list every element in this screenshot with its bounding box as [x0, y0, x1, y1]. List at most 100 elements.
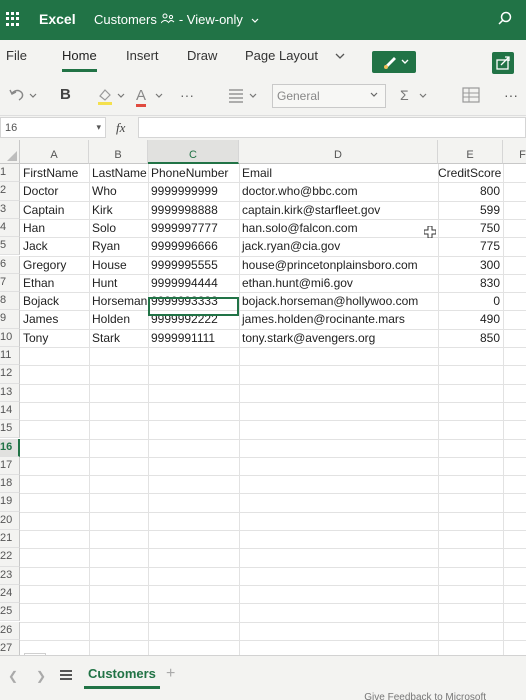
cell[interactable]: 750	[438, 219, 503, 237]
cell[interactable]: Ethan	[20, 274, 89, 292]
font-color-button[interactable]: A	[136, 84, 147, 107]
column-header-b[interactable]: B	[89, 140, 148, 164]
tab-page-layout[interactable]: Page Layout	[245, 48, 318, 63]
row-header-17[interactable]: 17	[0, 456, 20, 476]
cell[interactable]: Ryan	[89, 237, 148, 255]
autosum-button[interactable]: Σ	[400, 84, 409, 106]
column-header-f[interactable]: F	[503, 140, 526, 164]
row-header-22[interactable]: 22	[0, 548, 20, 567]
cell[interactable]: LastName	[89, 164, 148, 182]
function-icon[interactable]: fx	[116, 120, 125, 136]
share-button[interactable]	[492, 52, 514, 74]
cell[interactable]: house@princetonplainsboro.com	[239, 256, 438, 274]
row-header-12[interactable]: 12	[0, 365, 20, 384]
cell[interactable]: captain.kirk@starfleet.gov	[239, 201, 438, 219]
cell[interactable]: tony.stark@avengers.org	[239, 329, 438, 347]
formula-input[interactable]	[138, 117, 526, 138]
row-header-11[interactable]: 11	[0, 347, 20, 366]
row-header-20[interactable]: 20	[0, 511, 20, 530]
undo-dropdown-icon[interactable]	[28, 84, 38, 106]
sheet-tab-customers[interactable]: Customers	[84, 666, 160, 689]
row-header-24[interactable]: 24	[0, 584, 20, 604]
row-header-7[interactable]: 7	[0, 273, 20, 293]
edit-workbook-button[interactable]	[372, 51, 416, 73]
cell[interactable]: jack.ryan@cia.gov	[239, 237, 438, 255]
tab-file[interactable]: File	[6, 48, 27, 63]
cell[interactable]: 9999998888	[148, 201, 239, 219]
cell[interactable]: 599	[438, 201, 503, 219]
cell[interactable]: Holden	[89, 310, 148, 328]
cell[interactable]: Doctor	[20, 182, 89, 200]
cell[interactable]: 9999994444	[148, 274, 239, 292]
bold-button[interactable]: B	[60, 84, 71, 106]
column-header-e[interactable]: E	[438, 140, 503, 164]
tab-draw[interactable]: Draw	[187, 48, 217, 63]
previous-sheet-icon[interactable]: ❮	[8, 669, 18, 683]
cell[interactable]: 9999997777	[148, 219, 239, 237]
tab-insert[interactable]: Insert	[126, 48, 159, 63]
cell[interactable]: 9999996666	[148, 237, 239, 255]
app-name[interactable]: Excel	[39, 11, 76, 27]
cell[interactable]: CreditScore	[438, 164, 503, 182]
cell[interactable]: House	[89, 256, 148, 274]
row-header-8[interactable]: 8	[0, 292, 20, 311]
cell[interactable]: Stark	[89, 329, 148, 347]
cell[interactable]: Kirk	[89, 201, 148, 219]
cell[interactable]: 9999995555	[148, 256, 239, 274]
cell[interactable]: han.solo@falcon.com	[239, 219, 438, 237]
cell[interactable]: Email	[239, 164, 438, 182]
fill-color-dropdown-icon[interactable]	[116, 84, 126, 106]
cell[interactable]: james.holden@rocinante.mars	[239, 310, 438, 328]
row-header-26[interactable]: 26	[0, 621, 20, 640]
row-header-13[interactable]: 13	[0, 383, 20, 402]
cell[interactable]: Hunt	[89, 274, 148, 292]
cell[interactable]: 0	[438, 292, 503, 310]
cell[interactable]: 775	[438, 237, 503, 255]
cell[interactable]: 850	[438, 329, 503, 347]
next-sheet-icon[interactable]: ❯	[36, 669, 46, 683]
cell[interactable]: bojack.horseman@hollywoo.com	[239, 292, 438, 310]
search-icon[interactable]	[496, 10, 514, 28]
row-header-23[interactable]: 23	[0, 566, 20, 585]
cell[interactable]: Han	[20, 219, 89, 237]
column-header-a[interactable]: A	[20, 140, 89, 164]
row-header-4[interactable]: 4	[0, 218, 20, 238]
font-color-dropdown-icon[interactable]	[154, 84, 164, 106]
all-sheets-menu-icon[interactable]	[60, 670, 72, 680]
cell[interactable]: James	[20, 310, 89, 328]
cell[interactable]: ethan.hunt@mi6.gov	[239, 274, 438, 292]
cell[interactable]: doctor.who@bbc.com	[239, 182, 438, 200]
spreadsheet-grid[interactable]: A B C D E F 1 2 3 4 5 6 7 8 9 10 11 12 13 14 15 16 17 18 19 20 21 2…	[0, 140, 526, 655]
cell[interactable]: Captain	[20, 201, 89, 219]
format-as-table-icon[interactable]	[460, 84, 482, 106]
cell[interactable]: Jack	[20, 237, 89, 255]
row-header-19[interactable]: 19	[0, 493, 20, 512]
row-header-10[interactable]: 10	[0, 328, 20, 347]
select-all-corner[interactable]	[0, 140, 20, 164]
cell[interactable]: Horseman	[89, 292, 148, 310]
cell[interactable]: 9999999999	[148, 182, 239, 200]
row-header-1[interactable]: 1	[0, 164, 20, 183]
undo-icon[interactable]	[6, 84, 28, 106]
row-header-5[interactable]: 5	[0, 237, 20, 256]
cell[interactable]: PhoneNumber	[148, 164, 239, 182]
row-header-9[interactable]: 9	[0, 310, 20, 329]
cell[interactable]: Tony	[20, 329, 89, 347]
align-dropdown-icon[interactable]	[248, 84, 258, 106]
document-title[interactable]: Customers - View-only	[94, 12, 259, 27]
more-tabs-chevron-icon[interactable]	[334, 50, 346, 62]
name-box[interactable]: 16 ▾	[0, 117, 106, 138]
row-header-25[interactable]: 25	[0, 603, 20, 622]
row-header-14[interactable]: 14	[0, 401, 20, 421]
row-header-2[interactable]: 2	[0, 182, 20, 201]
row-header-27[interactable]: 27	[0, 639, 20, 655]
app-launcher-icon[interactable]	[6, 12, 20, 26]
cell[interactable]: 300	[438, 256, 503, 274]
column-header-d[interactable]: D	[239, 140, 438, 164]
row-header-6[interactable]: 6	[0, 255, 20, 274]
cell[interactable]: 9999991111	[148, 329, 239, 347]
cell[interactable]: Bojack	[20, 292, 89, 310]
row-header-21[interactable]: 21	[0, 530, 20, 549]
feedback-link[interactable]: Give Feedback to Microsoft	[364, 692, 486, 700]
tab-home[interactable]: Home	[62, 48, 97, 72]
